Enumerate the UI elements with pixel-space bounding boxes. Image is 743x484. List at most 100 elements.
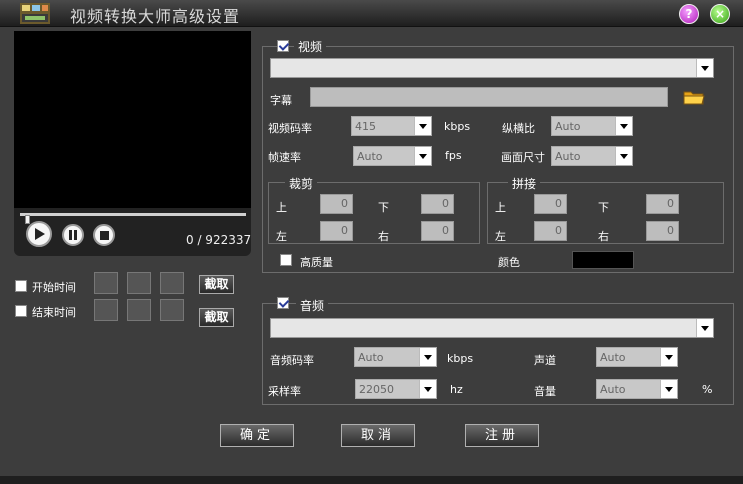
video-codec-select[interactable] — [270, 58, 714, 78]
pad-left-input[interactable]: 0 — [534, 221, 567, 241]
start-time-checkbox[interactable] — [15, 280, 27, 292]
audio-bitrate-value: Auto — [358, 351, 384, 364]
crop-title: 裁剪 — [285, 175, 318, 192]
pad-left-label: 左 — [495, 230, 506, 243]
video-bitrate-label: 视频码率 — [268, 122, 312, 135]
player-controls: 0 / 92233720 — [14, 208, 251, 256]
play-button[interactable] — [26, 221, 52, 247]
video-bitrate-select[interactable]: 415 — [351, 116, 432, 136]
ok-button[interactable]: 确定 — [220, 424, 294, 447]
framerate-unit: fps — [445, 149, 462, 162]
crop-bottom-input[interactable]: 0 — [421, 194, 454, 214]
subtitle-path-input[interactable] — [310, 87, 668, 107]
pad-title: 拼接 — [508, 175, 541, 192]
chevron-down-icon — [696, 59, 713, 77]
video-section-label: 视频 — [294, 38, 327, 55]
aspect-ratio-value: Auto — [555, 120, 581, 133]
folder-icon[interactable] — [683, 88, 705, 106]
samplerate-value: 22050 — [359, 383, 394, 396]
end-time-label: 结束时间 — [32, 306, 76, 319]
crop-right-label: 右 — [378, 230, 389, 243]
stop-icon — [99, 230, 109, 240]
play-icon — [35, 228, 45, 240]
audio-section-label: 音频 — [296, 297, 329, 314]
start-second-field[interactable] — [160, 272, 184, 294]
frame-size-value: Auto — [555, 150, 581, 163]
start-time-label: 开始时间 — [32, 281, 76, 294]
aspect-ratio-select[interactable]: Auto — [551, 116, 633, 136]
framerate-label: 帧速率 — [268, 151, 301, 164]
seek-bar[interactable] — [20, 213, 246, 224]
aspect-ratio-label: 纵横比 — [502, 122, 535, 135]
chevron-down-icon — [660, 348, 677, 366]
help-icon[interactable]: ? — [679, 4, 699, 24]
pause-icon — [69, 230, 77, 240]
title-bar[interactable]: 视频转换大师高级设置 ? × — [0, 0, 743, 27]
audio-bitrate-label: 音频码率 — [270, 354, 314, 367]
start-hour-field[interactable] — [94, 272, 118, 294]
framerate-select[interactable]: Auto — [353, 146, 432, 166]
framerate-value: Auto — [357, 150, 383, 163]
pad-right-input[interactable]: 0 — [646, 221, 679, 241]
volume-value: Auto — [600, 383, 626, 396]
chevron-down-icon — [414, 117, 431, 135]
pad-top-label: 上 — [495, 201, 506, 214]
volume-unit: % — [702, 383, 713, 396]
chevron-down-icon — [660, 380, 677, 398]
crop-right-input[interactable]: 0 — [421, 221, 454, 241]
video-preview — [14, 31, 251, 208]
frame-size-label: 画面尺寸 — [501, 151, 545, 164]
close-icon[interactable]: × — [710, 4, 730, 24]
chevron-down-icon — [419, 380, 436, 398]
pad-top-input[interactable]: 0 — [534, 194, 567, 214]
samplerate-select[interactable]: 22050 — [355, 379, 437, 399]
chevron-down-icon — [414, 147, 431, 165]
crop-top-label: 上 — [276, 201, 287, 214]
crop-bottom-label: 下 — [378, 201, 389, 214]
end-minute-field[interactable] — [127, 299, 151, 321]
stop-button[interactable] — [93, 224, 115, 246]
subtitle-label: 字幕 — [270, 94, 292, 107]
chevron-down-icon — [696, 319, 713, 337]
settings-window: 视频转换大师高级设置 ? × 0 / 92233720 开始时间 截取 结束时间… — [0, 0, 743, 484]
start-minute-field[interactable] — [127, 272, 151, 294]
crop-left-label: 左 — [276, 230, 287, 243]
volume-select[interactable]: Auto — [596, 379, 678, 399]
samplerate-unit: hz — [450, 383, 463, 396]
crop-top-input[interactable]: 0 — [320, 194, 353, 214]
color-picker[interactable] — [572, 251, 634, 269]
chevron-down-icon — [615, 117, 632, 135]
audio-enable-checkbox[interactable] — [277, 297, 289, 309]
film-icon — [20, 3, 50, 24]
time-readout: 0 / 92233720 — [186, 233, 251, 247]
pause-button[interactable] — [62, 224, 84, 246]
window-title: 视频转换大师高级设置 — [70, 7, 241, 26]
channel-value: Auto — [600, 351, 626, 364]
audio-bitrate-select[interactable]: Auto — [354, 347, 437, 367]
audio-codec-select[interactable] — [270, 318, 714, 338]
chevron-down-icon — [419, 348, 436, 366]
seek-handle[interactable] — [25, 215, 30, 224]
video-enable-checkbox[interactable] — [277, 40, 289, 52]
high-quality-checkbox[interactable] — [280, 254, 292, 266]
register-button[interactable]: 注册 — [465, 424, 539, 447]
crop-left-input[interactable]: 0 — [320, 221, 353, 241]
pad-bottom-input[interactable]: 0 — [646, 194, 679, 214]
audio-bitrate-unit: kbps — [447, 352, 474, 365]
color-label: 颜色 — [498, 256, 520, 269]
high-quality-label: 高质量 — [300, 256, 333, 269]
video-bitrate-unit: kbps — [444, 120, 471, 133]
start-cut-button[interactable]: 截取 — [199, 275, 234, 294]
channel-select[interactable]: Auto — [596, 347, 678, 367]
chevron-down-icon — [615, 147, 632, 165]
end-second-field[interactable] — [160, 299, 184, 321]
pad-bottom-label: 下 — [598, 201, 609, 214]
cancel-button[interactable]: 取消 — [341, 424, 415, 447]
pad-right-label: 右 — [598, 230, 609, 243]
window-bottom-edge — [0, 476, 743, 484]
end-hour-field[interactable] — [94, 299, 118, 321]
end-cut-button[interactable]: 截取 — [199, 308, 234, 327]
frame-size-select[interactable]: Auto — [551, 146, 633, 166]
channel-label: 声道 — [534, 354, 556, 367]
end-time-checkbox[interactable] — [15, 305, 27, 317]
